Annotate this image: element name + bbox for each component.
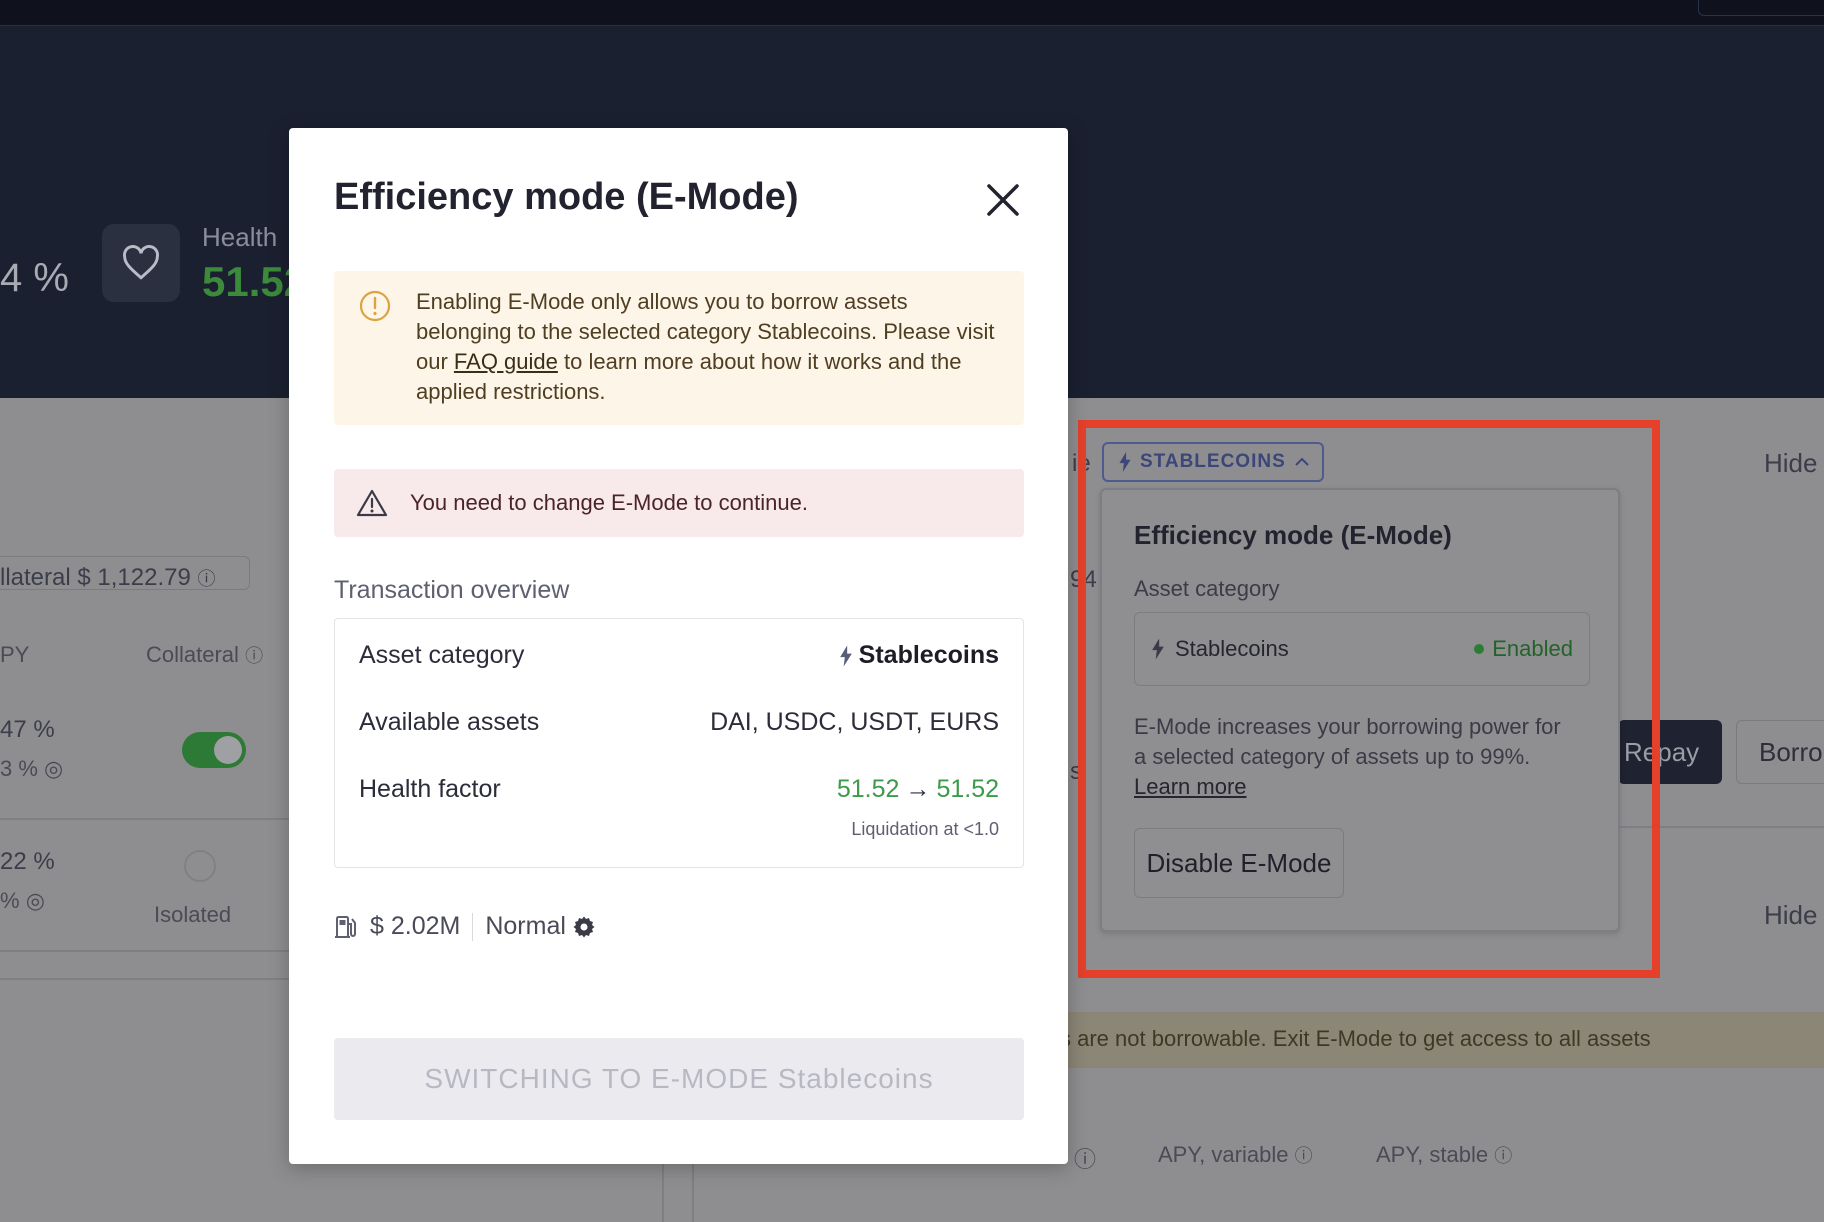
borrow-button[interactable]: Borro: [1736, 720, 1824, 784]
arrow-right-icon: →: [905, 775, 931, 803]
separator: [472, 912, 474, 941]
row1-apy: 47 %: [0, 716, 55, 743]
column-apy-variable-label: APY, variable: [1158, 1142, 1289, 1167]
divider: [0, 818, 290, 820]
row2-apy: 22 %: [0, 848, 55, 875]
lightning-icon: [839, 645, 852, 666]
modal-title: Efficiency mode (E-Mode): [334, 176, 799, 218]
exclamation-circle-icon: [359, 290, 391, 322]
warning-alert: You need to change E-Mode to continue.: [334, 469, 1024, 537]
info-alert: Enabling E-Mode only allows you to borro…: [334, 271, 1024, 425]
collateral-toggle[interactable]: [182, 732, 246, 768]
divider: [0, 978, 290, 980]
health-factor-to: 51.52: [936, 775, 999, 803]
warning-text: You need to change E-Mode to continue.: [410, 490, 808, 515]
column-apy: PY: [0, 642, 30, 667]
column-collateral-label: Collateral: [146, 642, 239, 667]
gas-speed-label: Normal: [485, 912, 566, 940]
collateral-badge: [0, 556, 250, 590]
transaction-overview: Asset category Stablecoins Available ass…: [334, 618, 1024, 868]
health-factor-from: 51.52: [836, 775, 900, 803]
close-icon[interactable]: [981, 178, 1025, 222]
info-icon[interactable]: ⓘ: [1295, 1146, 1313, 1166]
top-nav-bar: [0, 0, 1824, 26]
not-borrowable-text: s are not borrowable. Exit E-Mode to get…: [1060, 1026, 1651, 1051]
info-icon[interactable]: ⓘ: [1494, 1146, 1512, 1166]
info-icon[interactable]: ⓘ: [1074, 1142, 1096, 1174]
overview-row-health-factor: Health factor 51.52 → 51.52: [359, 775, 999, 804]
highlight-annotation: [1078, 420, 1660, 978]
switch-emode-button[interactable]: SWITCHING TO E-MODE Stablecoins: [334, 1038, 1024, 1120]
overview-label: Available assets: [359, 708, 540, 736]
info-alert-text: Enabling E-Mode only allows you to borro…: [416, 287, 1006, 407]
gas-value: $ 2.02M: [370, 912, 461, 940]
incentive-icon: ◎: [25, 888, 45, 913]
overview-row-asset-category: Asset category Stablecoins: [359, 641, 999, 670]
incentive-icon: ◎: [44, 756, 64, 781]
gas-pump-icon: [335, 915, 356, 938]
collateral-radio[interactable]: [184, 850, 216, 882]
liquidation-note: Liquidation at <1.0: [851, 819, 999, 839]
net-apy-value: 4 %: [0, 256, 69, 300]
hide-button[interactable]: Hide: [1764, 448, 1817, 479]
faq-guide-link[interactable]: FAQ guide: [454, 349, 558, 374]
health-heart-icon: [102, 224, 180, 302]
wallet-button[interactable]: [1698, 0, 1824, 16]
info-icon[interactable]: ⓘ: [245, 646, 263, 666]
gear-icon[interactable]: [572, 915, 596, 939]
row2-apy-sub-value: %: [0, 888, 20, 913]
column-collateral: Collateral ⓘ: [146, 642, 263, 668]
gas-estimate: $ 2.02M Normal: [334, 912, 596, 941]
overview-label: Asset category: [359, 641, 525, 669]
column-apy-variable: APY, variable ⓘ: [1158, 1142, 1313, 1168]
overview-row-available-assets: Available assets DAI, USDC, USDT, EURS: [359, 708, 999, 737]
column-apy-stable-label: APY, stable: [1376, 1142, 1489, 1167]
emode-modal: Efficiency mode (E-Mode) Enabling E-Mode…: [289, 128, 1068, 1164]
health-factor-label: Health: [202, 222, 278, 252]
hide-button[interactable]: Hide: [1764, 900, 1817, 931]
row1-apy-sub: 3 % ◎: [0, 756, 63, 782]
row2-apy-sub: % ◎: [0, 888, 45, 914]
column-apy-stable: APY, stable ⓘ: [1376, 1142, 1512, 1168]
row1-apy-sub-value: 3 %: [0, 756, 38, 781]
overview-value: DAI, USDC, USDT, EURS: [710, 708, 999, 736]
warning-triangle-icon: [356, 489, 388, 517]
divider: [0, 950, 290, 952]
overview-value: Stablecoins: [858, 641, 999, 669]
overview-label: Health factor: [359, 775, 501, 803]
isolated-label: Isolated: [154, 902, 232, 927]
transaction-overview-label: Transaction overview: [334, 576, 570, 604]
